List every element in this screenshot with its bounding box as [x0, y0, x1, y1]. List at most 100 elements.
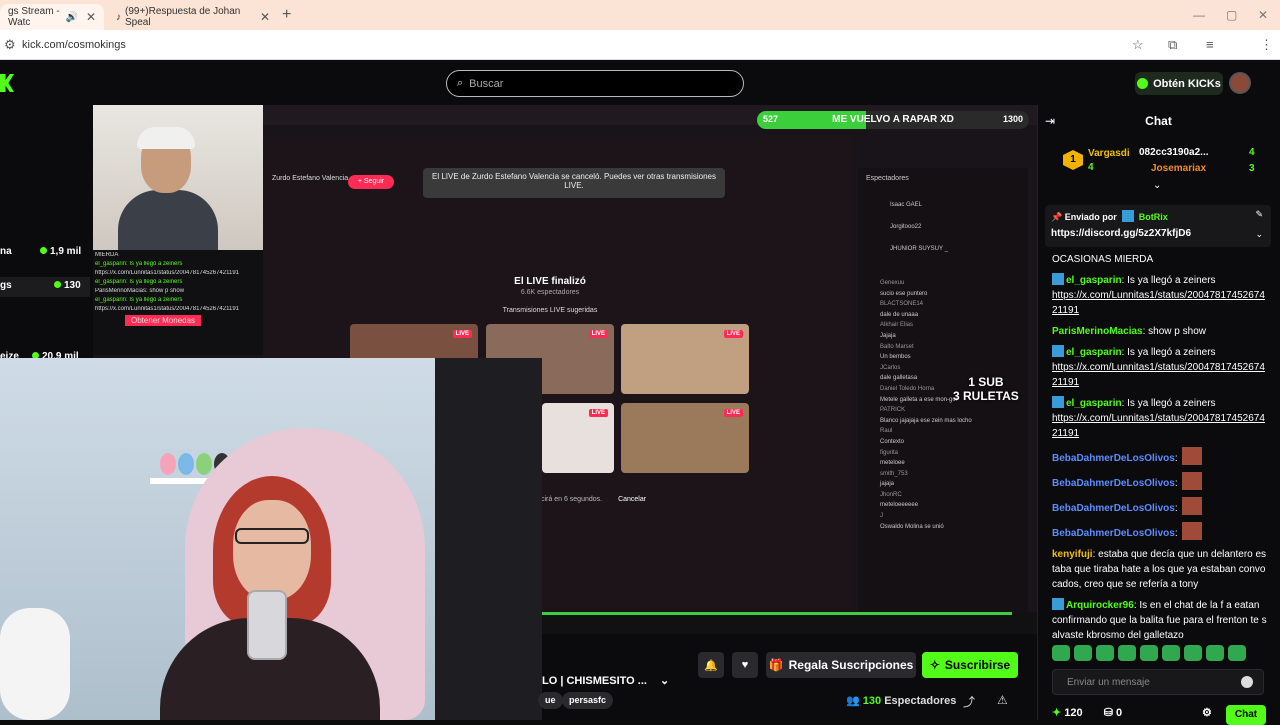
live-finished-viewers: 6.6K espectadores: [520, 289, 580, 296]
emote-icon[interactable]: [1052, 645, 1070, 661]
maximize-icon[interactable]: ▢: [1226, 8, 1237, 22]
chat-message: BebaDahmerDeLosOlivos:: [1052, 497, 1267, 516]
suggested-thumb: LIVE: [542, 403, 614, 473]
chat-text: Is ya llegó a zeiners: [1127, 275, 1216, 286]
unpin-icon[interactable]: ✎: [1255, 209, 1263, 220]
emote-icon[interactable]: [1096, 645, 1114, 661]
chevron-down-icon[interactable]: ⌄: [660, 675, 669, 687]
new-tab-button[interactable]: +: [282, 6, 291, 24]
chat-username[interactable]: BebaDahmerDeLosOlivos: [1052, 478, 1175, 489]
chat-username[interactable]: el_gasparin: [1066, 347, 1122, 358]
countdown-text: cirá en 6 segundos.: [541, 496, 603, 503]
viewer-count-label: Espectadores: [884, 695, 957, 707]
inner-comment-line: Balto Marset: [880, 343, 914, 350]
minimize-icon[interactable]: —: [1193, 8, 1205, 22]
extensions-icon[interactable]: ⧉: [1168, 37, 1177, 53]
live-dot-icon: [40, 247, 47, 254]
send-chat-button[interactable]: Chat: [1226, 705, 1266, 725]
inner-comment-line: J: [880, 513, 883, 520]
inner-comment-line: meteloee: [880, 460, 905, 467]
viewer-list: Isaac GAEL Jorgitooo22 JHUNIOR SUYSUY _: [890, 194, 948, 260]
rank-badge-icon: 1: [1063, 150, 1083, 170]
live-cancelled-notice: El LIVE de Zurdo Estefano Valencia se ca…: [423, 168, 725, 198]
inner-comment-line: Contexto: [880, 438, 905, 445]
chat-link[interactable]: https://x.com/Lunnitas1/status/200478174…: [1052, 288, 1267, 318]
inner-follow-button: + Seguir: [348, 175, 394, 189]
expand-leaderboard-icon[interactable]: ⌄: [1153, 180, 1161, 191]
site-info-icon[interactable]: ⚙: [4, 37, 16, 53]
chat-username[interactable]: BebaDahmerDeLosOlivos: [1052, 453, 1175, 464]
inner-chat-line: el_gasparin: Is ya llegó a zeiners: [95, 279, 183, 285]
chat-username[interactable]: kenyifuji: [1052, 549, 1093, 560]
follow-button[interactable]: ♥: [732, 652, 758, 678]
sidebar-channel[interactable]: na 1,9 mil: [0, 246, 90, 257]
points-count: 120: [1064, 707, 1083, 719]
gift-subs-button[interactable]: 🎁 Regala Suscripciones: [766, 652, 916, 678]
emote-icon[interactable]: [1184, 645, 1202, 661]
chat-username[interactable]: ParisMerinoMacias: [1052, 326, 1143, 337]
emoji-picker-icon[interactable]: [1241, 676, 1253, 688]
live-badge: LIVE: [588, 330, 608, 338]
chat-username[interactable]: el_gasparin: [1066, 398, 1122, 409]
gift-leaderboard: 1 Vargasdi 4 082cc3190a2... 4 Josemariax…: [1037, 142, 1280, 192]
sidebar-channel-viewers: 1,9 mil: [50, 246, 82, 257]
report-icon[interactable]: ⚠: [997, 693, 1008, 707]
pinned-link[interactable]: https://discord.gg/5z2X7kfjD6: [1051, 228, 1191, 239]
emote-icon[interactable]: [1140, 645, 1158, 661]
chat-message-input[interactable]: Enviar un mensaje: [1052, 669, 1264, 695]
drops-icon[interactable]: ⛁: [1104, 707, 1113, 719]
user-badge-icon: [1052, 273, 1064, 285]
close-tab-icon[interactable]: ✕: [260, 10, 270, 24]
bookmark-star-icon[interactable]: ☆: [1132, 37, 1144, 53]
live-badge: LIVE: [723, 330, 743, 338]
inner-comment-list: Genexuu sucio ese puntero BLACTSONE14 dale …: [880, 278, 1020, 532]
user-avatar[interactable]: [1229, 72, 1251, 94]
chat-username[interactable]: Arquirocker96: [1066, 600, 1134, 611]
tab-tiktok[interactable]: ♪ (99+)Respuesta de Johan Speal ✕: [108, 4, 278, 30]
speaker-icon[interactable]: 🔊: [65, 12, 77, 23]
emote-icon[interactable]: [1162, 645, 1180, 661]
chat-message: el_gasparin: Is ya llegó a zeiners https:…: [1052, 273, 1267, 318]
chat-username[interactable]: BebaDahmerDeLosOlivos: [1052, 528, 1175, 539]
close-tab-icon[interactable]: ✕: [86, 10, 96, 24]
sidebar-channel-name: na: [0, 246, 12, 257]
menu-icon[interactable]: ⋮: [1260, 37, 1273, 53]
notifications-button[interactable]: 🔔: [698, 652, 724, 678]
tab-kick-stream[interactable]: gs Stream - Watc 🔊 ✕: [0, 4, 104, 30]
chat-settings-icon[interactable]: ⚙: [1202, 706, 1212, 719]
media-control-icon[interactable]: ≡: [1206, 37, 1214, 52]
subscribe-button[interactable]: ✧ Suscribirse: [922, 652, 1018, 678]
browser-tab-bar: gs Stream - Watc 🔊 ✕ ♪ (99+)Respuesta de…: [0, 0, 1280, 30]
tab-label: gs Stream - Watc: [8, 6, 60, 28]
share-icon[interactable]: ⤴: [963, 693, 975, 710]
close-window-icon[interactable]: ✕: [1258, 8, 1268, 22]
emote-icon[interactable]: [1228, 645, 1246, 661]
emote-icon[interactable]: [1206, 645, 1224, 661]
chat-message-fragment: OCASIONAS MIERDA: [1052, 254, 1154, 265]
streamer-webcam: [93, 105, 263, 250]
url-field[interactable]: kick.com/cosmokings: [22, 39, 126, 51]
chat-link[interactable]: https://x.com/Lunnitas1/status/200478174…: [1052, 411, 1267, 441]
chevron-down-icon[interactable]: ⌄: [1255, 229, 1263, 240]
pinned-message[interactable]: 📌 Enviado por BotRix https://discord.gg/…: [1045, 205, 1271, 247]
chat-message: kenyifuji: estaba que decía que un delan…: [1052, 549, 1267, 590]
chat-username[interactable]: el_gasparin: [1066, 275, 1122, 286]
search-input[interactable]: ⌕ Buscar: [446, 70, 744, 97]
pinned-by-user: BotRix: [1138, 212, 1168, 222]
emote-icon[interactable]: [1118, 645, 1136, 661]
points-icon[interactable]: ✦: [1052, 707, 1061, 719]
emote-icon[interactable]: [1074, 645, 1092, 661]
chat-link[interactable]: https://x.com/Lunnitas1/status/200478174…: [1052, 360, 1267, 390]
inner-comment-line: Jajaja: [880, 332, 896, 339]
suggested-thumb: LIVE: [621, 324, 749, 394]
inner-comment-line: PATRICK: [880, 407, 906, 414]
chat-username[interactable]: BebaDahmerDeLosOlivos: [1052, 503, 1175, 514]
stream-tag[interactable]: persasfc: [562, 692, 614, 709]
stream-tag[interactable]: ue: [538, 692, 563, 709]
star-icon: ✧: [929, 658, 940, 672]
live-badge: LIVE: [723, 409, 743, 417]
gift-subs-label: Regala Suscripciones: [788, 658, 914, 672]
sidebar-channel[interactable]: gs 130: [0, 277, 90, 297]
inner-comment-line: sucio ese puntero: [880, 290, 928, 297]
get-kicks-button[interactable]: Obtén KICKs: [1135, 72, 1223, 95]
